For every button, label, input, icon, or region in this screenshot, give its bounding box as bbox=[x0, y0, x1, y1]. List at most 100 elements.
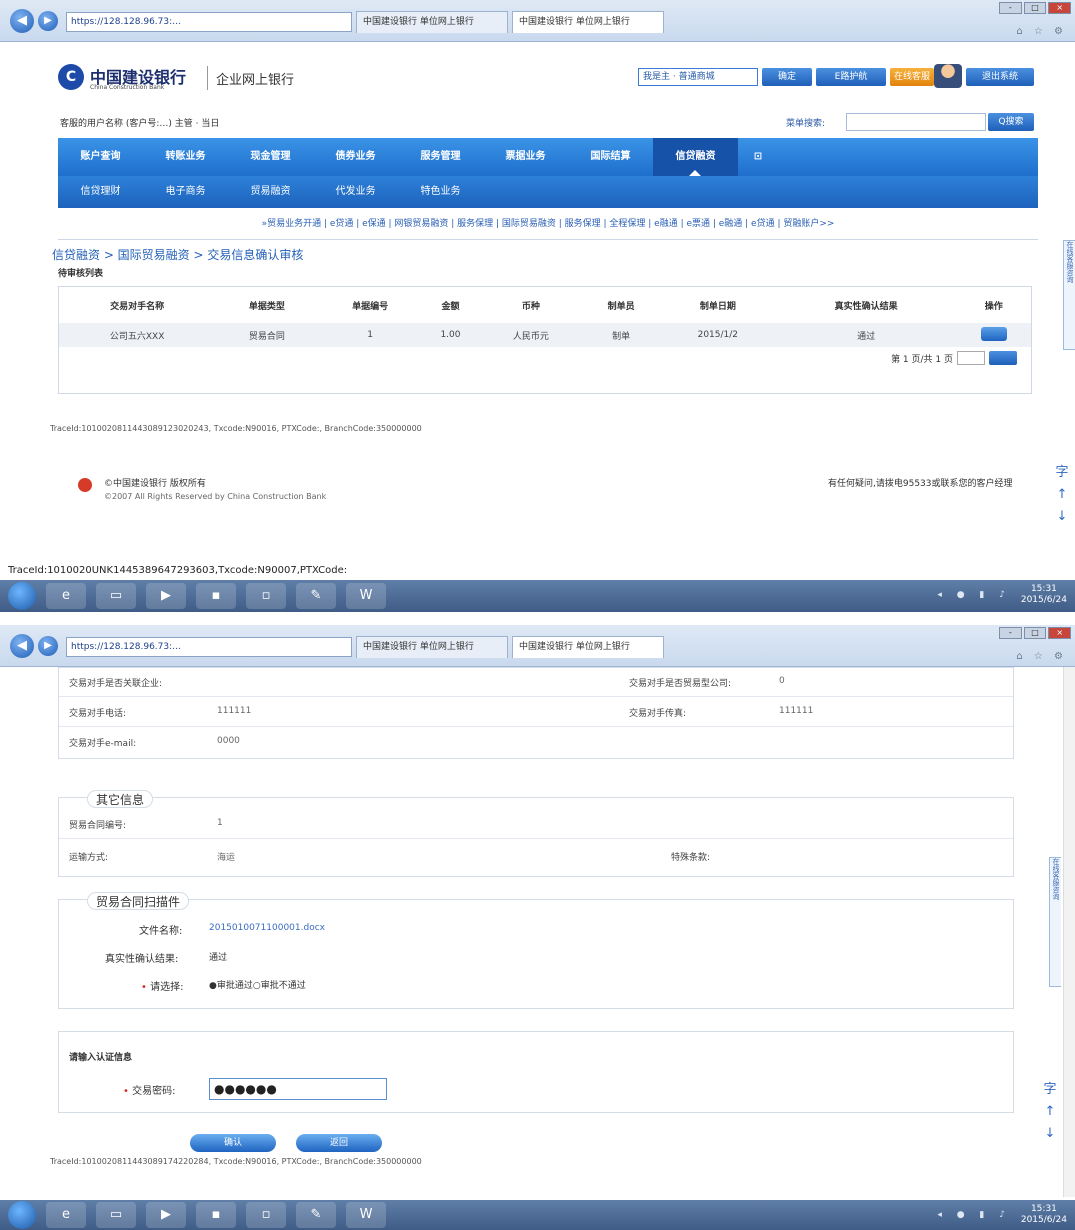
col-header: 真实性确认结果 bbox=[834, 301, 898, 312]
nav-item[interactable]: 账户查询 bbox=[58, 138, 143, 176]
nav-item[interactable]: 债券业务 bbox=[313, 138, 398, 176]
page-go-button[interactable] bbox=[989, 351, 1017, 365]
nav-item[interactable]: 现金管理 bbox=[228, 138, 313, 176]
other-info-box: 其它信息 贸易合同编号: 1 运输方式: 海运 特殊条款: bbox=[58, 790, 1014, 877]
footer-copyright: ©2007 All Rights Reserved by China Const… bbox=[104, 492, 327, 501]
file-name-link[interactable]: 2015010071100001.docx bbox=[209, 923, 325, 933]
password-label: • 交易密码: bbox=[123, 1082, 175, 1097]
nav-item[interactable]: 转账业务 bbox=[143, 138, 228, 176]
table-cell: 1.00 bbox=[421, 323, 480, 347]
subnav-item[interactable]: 贸易融资 bbox=[228, 176, 313, 208]
confirm-button[interactable]: 确认 bbox=[190, 1134, 276, 1152]
online-service-button[interactable]: 在线客服 bbox=[890, 68, 934, 86]
word-icon[interactable]: W bbox=[346, 1202, 386, 1228]
subnav-item[interactable]: 电子商务 bbox=[143, 176, 228, 208]
tray-icons[interactable]: ◂ ● ▮ ♪ bbox=[937, 1210, 1011, 1220]
col-header: 单据编号 bbox=[352, 301, 389, 312]
approve-radio-group[interactable]: ●审批通过○审批不通过 bbox=[209, 978, 306, 991]
start-button-icon[interactable] bbox=[8, 1201, 36, 1229]
tray-clock: 15:31 2015/6/24 bbox=[1021, 584, 1067, 606]
scroll-top-icon[interactable]: ↑ bbox=[1043, 1101, 1057, 1123]
protect-button[interactable]: E路护航 bbox=[816, 68, 886, 86]
scroll-top-icon[interactable]: ↑ bbox=[1055, 484, 1069, 506]
review-button[interactable] bbox=[980, 326, 1007, 341]
tray-clock: 15:31 2015/6/24 bbox=[1021, 1204, 1067, 1226]
browser-tool-icons[interactable]: ⌂ ☆ ⚙ bbox=[1016, 651, 1067, 662]
window-icon[interactable]: ▫ bbox=[246, 1202, 286, 1228]
nav-item[interactable]: 票据业务 bbox=[483, 138, 568, 176]
page-input[interactable] bbox=[957, 351, 985, 365]
paint-icon[interactable]: ✎ bbox=[296, 1202, 336, 1228]
minimize-button[interactable]: - bbox=[999, 2, 1022, 14]
table-header-row: 交易对手名称 单据类型 单据编号 金额 币种 制单员 制单日期 真实性确认结果 … bbox=[59, 287, 1031, 323]
forward-icon[interactable]: ▶ bbox=[38, 636, 58, 656]
nav-item[interactable]: 服务管理 bbox=[398, 138, 483, 176]
maximize-button[interactable]: □ bbox=[1023, 2, 1047, 14]
browser-tab[interactable]: 中国建设银行 单位网上银行 bbox=[356, 636, 508, 658]
back-button[interactable]: 返回 bbox=[296, 1134, 382, 1152]
menu-search-input[interactable] bbox=[846, 113, 986, 131]
subnav-item[interactable]: 代发业务 bbox=[313, 176, 398, 208]
media-icon[interactable]: ▶ bbox=[146, 583, 186, 609]
table-cell: 人民币元 bbox=[479, 323, 583, 347]
vertical-scrollbar[interactable] bbox=[1063, 667, 1075, 1197]
col-header: 币种 bbox=[521, 301, 540, 312]
col-header: 制单日期 bbox=[699, 301, 736, 312]
media-icon[interactable]: ▶ bbox=[146, 1202, 186, 1228]
role-select[interactable]: 我是主 · 普通商城 bbox=[638, 68, 758, 86]
detail-body: 交易对手是否关联企业: 交易对手是否贸易型公司: 0 交易对手电话: 11111… bbox=[0, 667, 1075, 1197]
choose-label: • 请选择: bbox=[141, 978, 183, 993]
field-label: 交易对手传真: bbox=[629, 709, 687, 719]
tray-icons[interactable]: ◂ ● ▮ ♪ bbox=[937, 590, 1011, 600]
footer-help: 有任何疑问,请拨电95533或联系您的客户经理 bbox=[828, 479, 1013, 489]
pending-list-panel: 交易对手名称 单据类型 单据编号 金额 币种 制单员 制单日期 真实性确认结果 … bbox=[58, 286, 1032, 394]
subnav-item[interactable]: 信贷理财 bbox=[58, 176, 143, 208]
font-size-icon[interactable]: 字 bbox=[1055, 462, 1069, 484]
online-service-side-tab[interactable]: 在线客服咨询 bbox=[1049, 857, 1061, 987]
menu-search-button[interactable]: Q搜索 bbox=[988, 113, 1034, 131]
close-button[interactable]: × bbox=[1048, 2, 1072, 14]
paint-icon[interactable]: ✎ bbox=[296, 583, 336, 609]
browser-tab-active[interactable]: 中国建设银行 单位网上银行 bbox=[512, 11, 664, 33]
table-row[interactable]: 公司五六XXX 贸易合同 1 1.00 人民币元 制单 2015/1/2 通过 bbox=[59, 323, 1031, 347]
word-icon[interactable]: W bbox=[346, 583, 386, 609]
maximize-button[interactable]: □ bbox=[1023, 627, 1047, 639]
font-size-icon[interactable]: 字 bbox=[1043, 1079, 1057, 1101]
folder-icon[interactable]: ▭ bbox=[96, 1202, 136, 1228]
nav-item[interactable]: 国际结算 bbox=[568, 138, 653, 176]
browser-tab-active[interactable]: 中国建设银行 单位网上银行 bbox=[512, 636, 664, 658]
address-bar[interactable]: https://128.128.96.73:… bbox=[66, 12, 352, 32]
scroll-bottom-icon[interactable]: ↓ bbox=[1043, 1123, 1057, 1145]
scroll-bottom-icon[interactable]: ↓ bbox=[1055, 506, 1069, 528]
ie-icon[interactable]: e bbox=[46, 583, 86, 609]
minimize-button[interactable]: - bbox=[999, 627, 1022, 639]
field-label: 交易对手是否贸易型公司: bbox=[629, 679, 732, 689]
start-button-icon[interactable] bbox=[8, 582, 36, 610]
auth-result-value: 通过 bbox=[209, 953, 228, 963]
terminal-icon[interactable]: ▪ bbox=[196, 583, 236, 609]
window-icon[interactable]: ▫ bbox=[246, 583, 286, 609]
terminal-icon[interactable]: ▪ bbox=[196, 1202, 236, 1228]
list-title: 待审核列表 bbox=[58, 269, 104, 279]
online-service-side-tab[interactable]: 在线客服咨询 bbox=[1063, 240, 1075, 350]
forward-icon[interactable]: ▶ bbox=[38, 11, 58, 31]
confirm-role-button[interactable]: 确定 bbox=[762, 68, 812, 86]
ie-icon[interactable]: e bbox=[46, 1202, 86, 1228]
logout-button[interactable]: 退出系统 bbox=[966, 68, 1034, 86]
col-header: 交易对手名称 bbox=[110, 301, 165, 312]
close-button[interactable]: × bbox=[1048, 627, 1072, 639]
subnav-item[interactable]: 特色业务 bbox=[398, 176, 483, 208]
password-input[interactable]: ●●●●●● bbox=[209, 1078, 387, 1100]
back-icon[interactable]: ◀ bbox=[10, 9, 34, 33]
third-nav[interactable]: »贸易业务开通 | e贷通 | e保通 | 网银贸易融资 | 服务保理 | 国际… bbox=[58, 208, 1038, 240]
expand-icon[interactable]: ⊡ bbox=[738, 138, 778, 176]
browser-tool-icons[interactable]: ⌂ ☆ ⚙ bbox=[1016, 26, 1067, 37]
nav-item-active[interactable]: 信贷融资 bbox=[653, 138, 738, 176]
address-bar[interactable]: https://128.128.96.73:… bbox=[66, 637, 352, 657]
credential-title: 请输入认证信息 bbox=[69, 1053, 133, 1063]
back-icon[interactable]: ◀ bbox=[10, 634, 34, 658]
col-header: 单据类型 bbox=[248, 301, 285, 312]
browser-tab[interactable]: 中国建设银行 单位网上银行 bbox=[356, 11, 508, 33]
field-value: 0000 bbox=[217, 736, 240, 746]
folder-icon[interactable]: ▭ bbox=[96, 583, 136, 609]
